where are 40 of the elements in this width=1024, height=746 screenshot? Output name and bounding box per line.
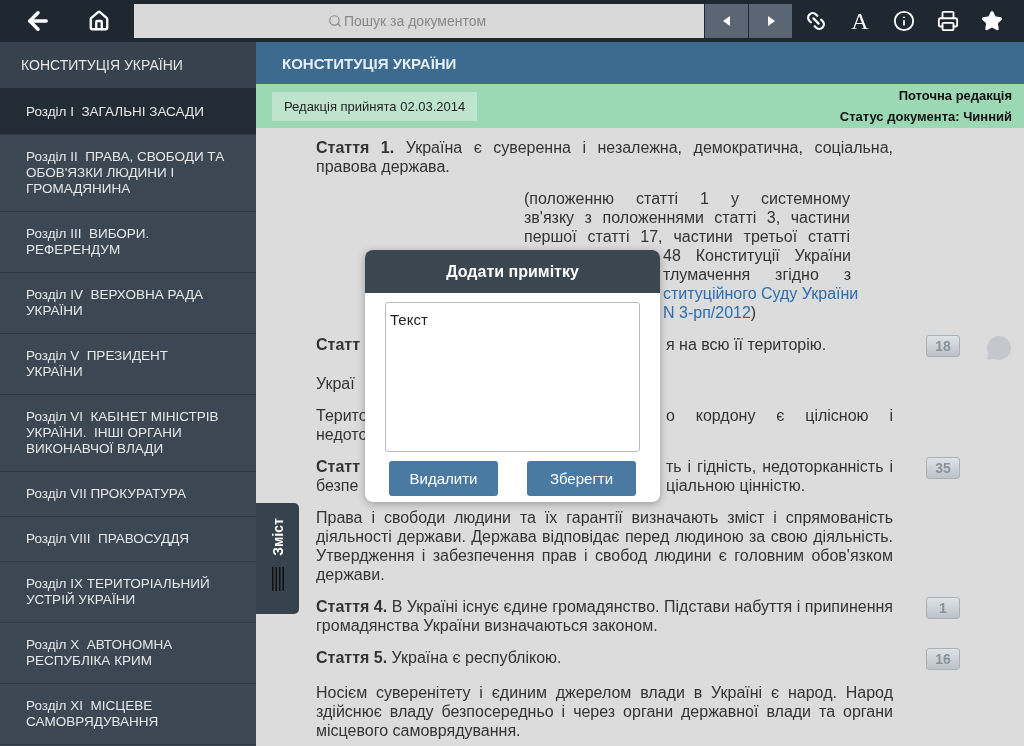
note-text: зв'язку з положеннями статті 3, частини [524, 208, 850, 227]
article-text: ціальною цінністю. [666, 476, 806, 495]
note-text: (положенню статті 1 у системному [524, 189, 850, 208]
article-text: Статт [316, 457, 360, 476]
previous-button[interactable] [705, 4, 748, 38]
article-text: Стаття 5. Україна є республікою. [316, 648, 563, 667]
decision-link[interactable]: N 3-рп/2012 [663, 303, 751, 322]
caret-right-icon [766, 16, 775, 26]
dialog-title: Додати примітку [365, 250, 660, 293]
article-text: ть і гідність, недоторканність і [666, 457, 893, 476]
article-text: Права і свободи людини та їх гарантії визначають зміст і спрямованість діяльності держави. Держава відповідає перед людиною за свою діяльність. Утвердження і забезпечення прав і свобод людини є головним обов'язком держави. [316, 508, 893, 584]
sidebar-title[interactable]: КОНСТИТУЦІЯ УКРАЇНИ [0, 42, 256, 88]
search-field[interactable]: Пошук за документом [134, 4, 704, 38]
article-text: Стаття 4. В Україні існує єдине громадянство. Підстави набуття і припинення громадянства України визначаються законом. [316, 597, 893, 635]
search-icon [328, 14, 342, 28]
article-text: Статт [316, 335, 360, 354]
edition-label: Редакція прийнята 02.03.2014 [272, 91, 478, 121]
status-text: Статус документа: Чинний [839, 108, 1012, 126]
note-text: ) [750, 303, 757, 322]
grip-icon [270, 567, 285, 591]
delete-button[interactable]: Видалити [389, 461, 498, 496]
article-text: я на всю її територію. [666, 335, 827, 354]
article-text: Стаття 1. Україна є суверенна і незалежна, демократична, соціальна, правова держава. [316, 138, 893, 176]
note-text: тлумачення згідно з [663, 265, 851, 284]
font-button[interactable]: A [838, 0, 882, 42]
article-text: безпе [316, 476, 359, 495]
note-text: 48 Конституції України [663, 246, 851, 265]
sidebar-item[interactable]: Розділ I ЗАГАЛЬНІ ЗАСАДИ [0, 88, 256, 135]
article-text: о кордону є цілісною і [666, 406, 893, 425]
document-title: КОНСТИТУЦІЯ УКРАЇНИ [256, 42, 1024, 84]
next-button[interactable] [749, 4, 792, 38]
save-button[interactable]: Зберегти [527, 461, 636, 496]
article-text: Украї [316, 374, 355, 393]
caret-left-icon [722, 16, 731, 26]
article-text: Носієм суверенітету і єдиним джерелом влади в Україні є народ. Народ здійснює владу безпосередньо і через органи державної влади та органи місцевого самоврядування. [316, 683, 893, 740]
note-input[interactable]: Текст [385, 302, 640, 452]
status-text: Поточна редакція [897, 87, 1012, 105]
decision-link[interactable]: ституційного Суду України [663, 284, 859, 303]
note-text: першої статті 17, частини третьої статті [524, 227, 850, 246]
contents-tab[interactable]: Зміст [256, 503, 299, 614]
